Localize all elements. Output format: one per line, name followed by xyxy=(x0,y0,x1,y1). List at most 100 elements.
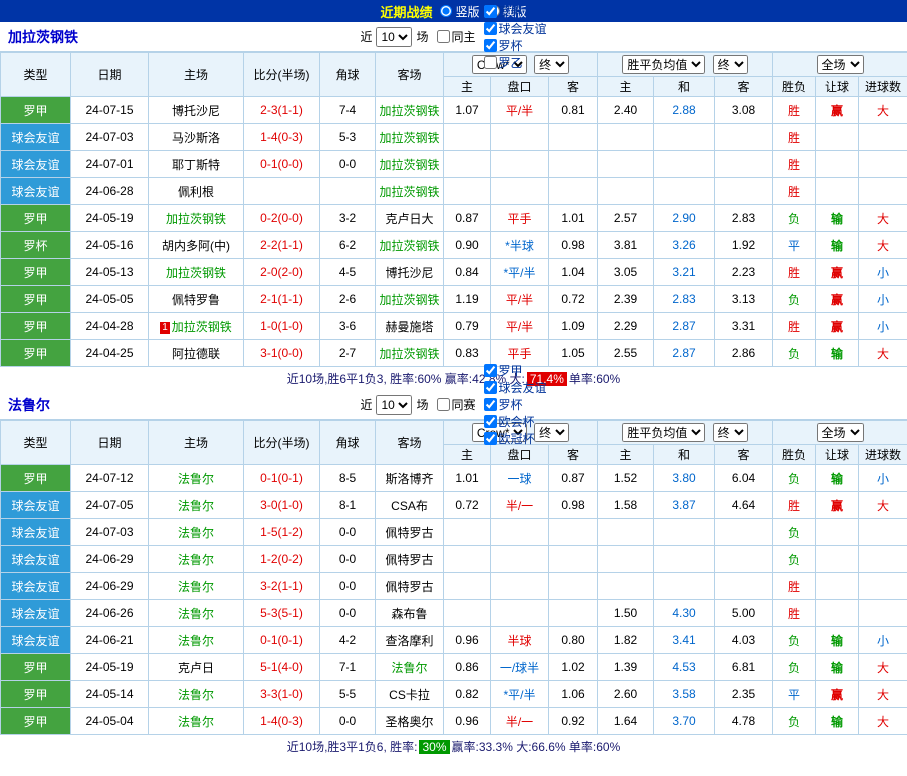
competition-filter-checkbox[interactable] xyxy=(484,364,497,377)
match-date: 24-07-15 xyxy=(71,97,149,124)
competition-filter[interactable]: 罗杯 xyxy=(480,37,547,54)
competition-filter-checkbox[interactable] xyxy=(484,398,497,411)
competition-filter-checkbox[interactable] xyxy=(484,432,497,445)
avg-home-odds: 2.39 xyxy=(598,286,654,313)
avg-draw-odds xyxy=(654,519,715,546)
match-date: 24-05-13 xyxy=(71,259,149,286)
competition-filter[interactable]: 罗甲 xyxy=(480,362,547,379)
win-loss-result: 平 xyxy=(773,681,816,708)
away-team: 加拉茨钢铁 xyxy=(379,347,439,361)
home-team: 法鲁尔 xyxy=(178,607,214,621)
games-count-select[interactable]: 10 xyxy=(376,395,412,415)
handicap-line xyxy=(491,124,549,151)
handicap-result: 输 xyxy=(816,654,859,681)
period-select[interactable]: 全场 xyxy=(817,423,864,442)
avg-stage-select[interactable]: 终 xyxy=(713,55,748,74)
score: 3-1(0-0) xyxy=(244,340,320,367)
competition-filter[interactable]: 球会友谊 xyxy=(480,379,547,396)
scope-checkbox[interactable] xyxy=(437,30,450,43)
away-team-cell: 博托沙尼 xyxy=(376,259,444,286)
recent-matches-table: 类型 日期 主场 比分(半场) 角球 客场 Crow* 终 胜平负均值 终 全场 xyxy=(0,52,907,367)
games-count-select[interactable]: 10 xyxy=(376,27,412,47)
match-row: 罗甲24-07-15博托沙尼2-3(1-1)7-4加拉茨钢铁1.07平/半0.8… xyxy=(1,97,907,124)
win-loss-result: 负 xyxy=(773,708,816,735)
handicap-result: 赢 xyxy=(816,259,859,286)
odds-away: 0.72 xyxy=(549,286,598,313)
competition-filter[interactable]: 罗甲 xyxy=(480,3,547,20)
competition-filter-checkbox[interactable] xyxy=(484,39,497,52)
competition-filter-checkbox[interactable] xyxy=(484,22,497,35)
period-select[interactable]: 全场 xyxy=(817,55,864,74)
away-team: 加拉茨钢铁 xyxy=(379,185,439,199)
match-date: 24-04-28 xyxy=(71,313,149,340)
avg-draw-odds xyxy=(654,546,715,573)
home-team-cell: 佩特罗鲁 xyxy=(149,286,244,313)
sub-header-goals: 进球数 xyxy=(859,77,907,97)
home-team-cell: 法鲁尔 xyxy=(149,492,244,519)
handicap-line xyxy=(491,546,549,573)
odds-away xyxy=(549,519,598,546)
match-date: 24-06-26 xyxy=(71,600,149,627)
score: 3-0(1-0) xyxy=(244,492,320,519)
win-loss-result: 负 xyxy=(773,286,816,313)
team-section-header: 加拉茨钢铁 近 10 场 同主 罗甲球会友谊罗杯罗乙 xyxy=(0,22,907,52)
score: 3-3(1-0) xyxy=(244,681,320,708)
avg-type-select[interactable]: 胜平负均值 xyxy=(622,55,705,74)
home-team: 法鲁尔 xyxy=(178,634,214,648)
competition-filter[interactable]: 球会友谊 xyxy=(480,20,547,37)
home-team-cell: 法鲁尔 xyxy=(149,573,244,600)
odds-home xyxy=(444,151,491,178)
away-team-cell: 加拉茨钢铁 xyxy=(376,178,444,205)
win-loss-result: 负 xyxy=(773,519,816,546)
scope-checkbox[interactable] xyxy=(437,398,450,411)
score xyxy=(244,178,320,205)
away-team-cell: 斯洛博齐 xyxy=(376,465,444,492)
scope-filter[interactable]: 同主 xyxy=(433,28,476,45)
competition-filter[interactable]: 罗乙 xyxy=(480,54,547,71)
competition-filter[interactable]: 欧会杯 xyxy=(480,413,547,430)
win-loss-result: 胜 xyxy=(773,178,816,205)
competition-filter-checkbox[interactable] xyxy=(484,415,497,428)
match-row: 罗甲24-05-04法鲁尔1-4(0-3)0-0圣格奥尔0.96半/一0.921… xyxy=(1,708,907,735)
avg-header-cell: 胜平负均值 终 xyxy=(598,421,773,445)
sub-header-odds-away: 客 xyxy=(549,77,598,97)
avg-home-odds xyxy=(598,178,654,205)
goals-result xyxy=(859,546,907,573)
score: 5-3(5-1) xyxy=(244,600,320,627)
competition-filter-label: 罗杯 xyxy=(499,396,523,413)
handicap-result xyxy=(816,178,859,205)
win-loss-result: 负 xyxy=(773,654,816,681)
avg-away-odds xyxy=(715,178,773,205)
odds-home: 0.90 xyxy=(444,232,491,259)
sub-header-result: 胜负 xyxy=(773,445,816,465)
odds-home: 0.86 xyxy=(444,654,491,681)
handicap-result: 赢 xyxy=(816,286,859,313)
avg-draw-odds: 3.41 xyxy=(654,627,715,654)
handicap-result xyxy=(816,600,859,627)
avg-home-odds: 2.29 xyxy=(598,313,654,340)
away-team-cell: 佩特罗古 xyxy=(376,546,444,573)
win-loss-result: 负 xyxy=(773,546,816,573)
away-team-cell: CS卡拉 xyxy=(376,681,444,708)
score: 2-3(1-1) xyxy=(244,97,320,124)
avg-away-odds: 2.23 xyxy=(715,259,773,286)
competition-filter[interactable]: 欧冠杯 xyxy=(480,430,547,447)
goals-result: 大 xyxy=(859,232,907,259)
win-loss-result: 负 xyxy=(773,627,816,654)
home-team-cell: 耶丁斯特 xyxy=(149,151,244,178)
match-row: 球会友谊24-06-29法鲁尔3-2(1-1)0-0佩特罗古胜 xyxy=(1,573,907,600)
competition-filter-checkbox[interactable] xyxy=(484,56,497,69)
away-team-cell: 圣格奥尔 xyxy=(376,708,444,735)
avg-away-odds: 6.04 xyxy=(715,465,773,492)
away-team: 佩特罗古 xyxy=(385,526,433,540)
competition-filter-checkbox[interactable] xyxy=(484,5,497,18)
handicap-line: 平手 xyxy=(491,205,549,232)
competition-filter[interactable]: 罗杯 xyxy=(480,396,547,413)
handicap-line: *平/半 xyxy=(491,259,549,286)
scope-filter[interactable]: 同赛 xyxy=(433,396,476,413)
avg-type-select[interactable]: 胜平负均值 xyxy=(622,423,705,442)
competition-filter-checkbox[interactable] xyxy=(484,381,497,394)
avg-stage-select[interactable]: 终 xyxy=(713,423,748,442)
stats-suffix: 赢率:33.3% 大:66.6% 单率:60% xyxy=(452,738,621,755)
col-header-type: 类型 xyxy=(1,421,71,465)
